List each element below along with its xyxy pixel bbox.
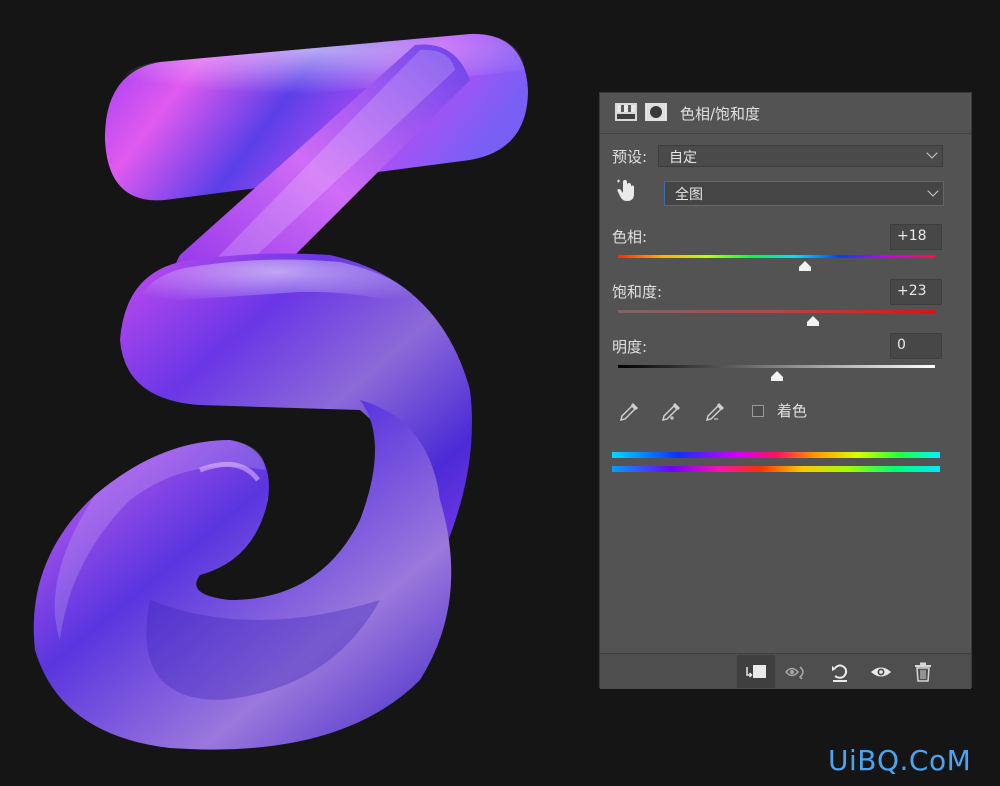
channel-dropdown[interactable]: 全图 (664, 181, 944, 206)
lightness-input[interactable]: 0 (890, 333, 942, 359)
chevron-down-icon (927, 185, 939, 197)
watermark: UiBQ.CoM (828, 744, 972, 777)
lightness-slider-thumb[interactable] (770, 371, 783, 381)
reset-button[interactable] (821, 655, 859, 688)
layer-mask-icon[interactable] (644, 101, 668, 123)
preset-dropdown[interactable]: 自定 (658, 145, 943, 167)
saturation-input[interactable]: +23 (890, 279, 942, 305)
reset-icon (832, 664, 848, 682)
trash-icon (915, 662, 931, 682)
lightness-label: 明度: (612, 338, 648, 356)
channel-value: 全图 (675, 187, 703, 203)
saturation-label: 饱和度: (612, 283, 663, 301)
panel-footer (600, 653, 971, 689)
hue-input[interactable]: +18 (890, 224, 942, 250)
clip-to-layer-button[interactable] (737, 655, 775, 688)
delete-button[interactable] (904, 655, 942, 688)
adjustment-layer-icon[interactable] (614, 101, 638, 123)
colorize-label: 着色 (777, 402, 808, 420)
chevron-down-icon (926, 147, 938, 159)
hue-slider-thumb[interactable] (799, 261, 812, 271)
hue-saturation-panel: 色相/饱和度 预设: 自定 全图 色相: +18 饱和度: +23 明度: 0 (599, 92, 972, 689)
preset-value: 自定 (669, 150, 697, 166)
colorize-checkbox[interactable] (752, 405, 764, 417)
visibility-toggle-button[interactable] (862, 655, 900, 688)
output-color-bar (612, 466, 940, 472)
hue-slider-track[interactable] (618, 255, 935, 258)
input-color-bar (612, 452, 940, 458)
clip-to-layer-icon (746, 665, 766, 678)
hue-label: 色相: (612, 228, 648, 246)
eyedropper-subtract-icon[interactable] (704, 399, 728, 423)
saturation-slider-track[interactable] (618, 310, 935, 313)
eyedropper-add-icon[interactable] (660, 399, 684, 423)
visibility-eye-icon (871, 667, 891, 677)
saturation-slider-thumb[interactable] (806, 316, 819, 326)
eyedropper-icon[interactable] (618, 399, 642, 423)
hand-target-icon[interactable] (616, 179, 638, 203)
preset-label: 预设: (612, 148, 648, 166)
lightness-slider-track[interactable] (618, 365, 935, 368)
view-previous-state-button[interactable] (778, 655, 816, 688)
panel-title: 色相/饱和度 (680, 105, 761, 123)
panel-header: 色相/饱和度 (600, 93, 971, 134)
view-previous-state-icon (785, 666, 804, 680)
artwork-numeral-3 (33, 33, 528, 750)
